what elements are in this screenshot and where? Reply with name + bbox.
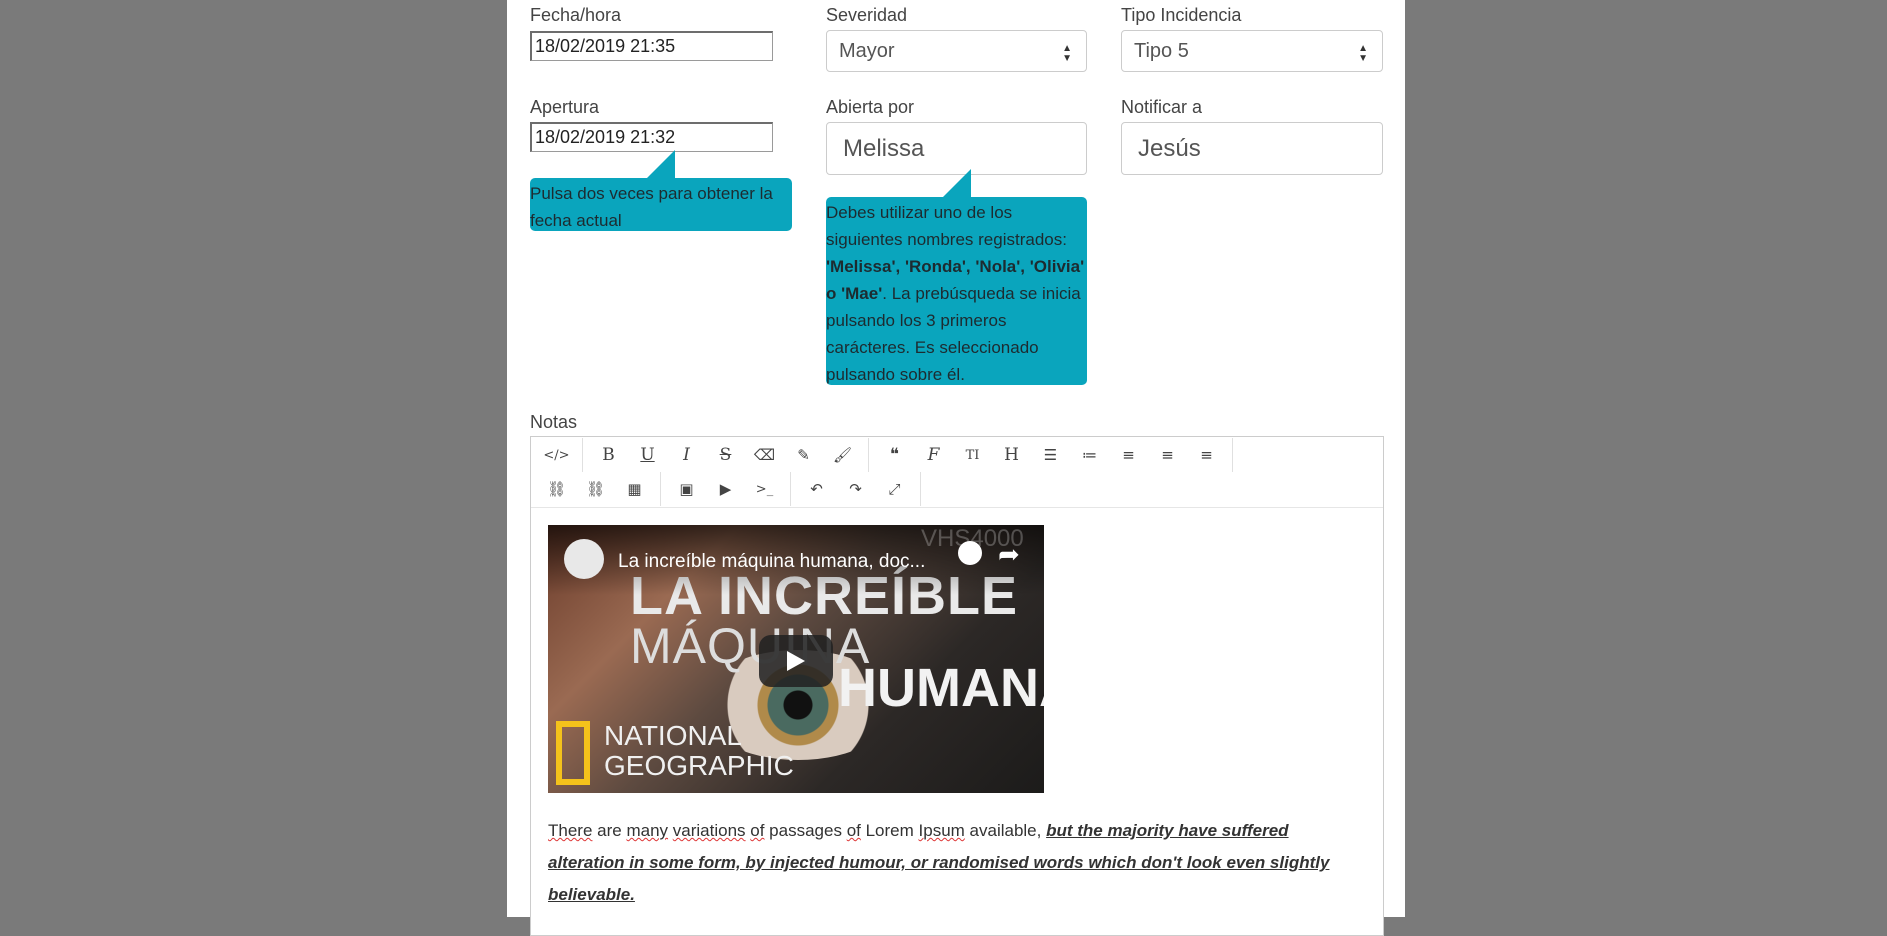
code-view-icon[interactable]: </> [537,438,576,472]
unordered-list-icon[interactable]: ☰ [1031,438,1070,472]
select-arrows-icon: ▲ ▼ [1358,43,1368,64]
brush-icon[interactable]: 🖌 [823,438,862,472]
tipo-label: Tipo Incidencia [1121,5,1242,25]
apertura-tooltip: Pulsa dos veces para obtener la fecha ac… [530,150,792,231]
ordered-list-icon[interactable]: ≔ [1070,438,1109,472]
fullscreen-icon[interactable]: ⤢ [875,472,914,506]
notes-paragraph: There are many variations of passages of… [548,815,1338,911]
plain-text: There are many variations of passages of… [548,821,1046,840]
fecha-label: Fecha/hora [530,5,622,25]
natgeo-text: NATIONAL GEOGRAPHIC [604,721,794,781]
redo-icon[interactable]: ↷ [836,472,875,506]
align-center-icon[interactable]: ≡ [1148,438,1187,472]
play-button[interactable] [759,635,833,687]
text-fragment: There [548,821,593,840]
toolbar-group: ❝ F TI H ☰ ≔ ≡ ≡ ≡ [869,438,1233,472]
abierta-por-tooltip: Debes utilizar uno de los siguientes nom… [826,169,1087,385]
pencil-icon[interactable]: ✎ [784,438,823,472]
heading-icon[interactable]: H [992,438,1031,472]
text-fragment: many [626,821,669,840]
select-arrows-icon: ▲ ▼ [1062,43,1072,64]
fecha-input[interactable]: 18/02/2019 21:35 [530,31,773,61]
align-left-icon[interactable]: ≡ [1109,438,1148,472]
play-icon [787,651,805,671]
text-fragment: variations [672,821,746,840]
severidad-label: Severidad [826,5,908,25]
abierta-por-input[interactable]: Melissa [826,122,1087,175]
tooltip-tail [647,150,675,178]
link-icon[interactable]: ⛓ [537,472,576,506]
table-icon[interactable]: ▦ [615,472,654,506]
strikethrough-icon[interactable]: S [706,438,745,472]
share-icon[interactable]: ➦ [998,539,1020,570]
toolbar-group: </> [531,438,583,472]
text-size-icon[interactable]: TI [953,438,992,472]
bold-icon[interactable]: B [589,438,628,472]
eraser-icon[interactable]: ⌫ [745,438,784,472]
video-headline-3: HUMANA [838,658,1044,718]
editor-toolbar: </> B U I S ⌫ ✎ 🖌 ❝ F TI H ☰ ≔ ≡ ≡ ≡ ⛓ ⛓ ▦ ▣ ▶ >_ ↶ ↷ ⤢ [531,437,1383,508]
video-title[interactable]: La increíble máquina humana, doc... [618,551,925,573]
underline-icon[interactable]: U [628,438,667,472]
text-fragment: available, [964,821,1047,840]
toolbar-group: B U I S ⌫ ✎ 🖌 [583,438,869,472]
apertura-tooltip-text: Pulsa dos veces para obtener la fecha ac… [530,184,773,230]
severidad-value: Mayor [839,40,895,62]
text-fragment: Ipsum [918,821,965,840]
tooltip-tail [943,169,971,197]
embedded-video[interactable]: LA INCREÍBLE MÁQUINA HUMANA NATIONAL GEO… [548,525,1044,793]
brand-line-1: NATIONAL [604,720,742,751]
text-fragment: of [846,821,861,840]
notificar-label: Notificar a [1121,97,1203,117]
blockquote-icon[interactable]: ❝ [875,438,914,472]
toolbar-group: ↶ ↷ ⤢ [791,472,921,506]
notas-label: Notas [530,412,578,432]
align-right-icon[interactable]: ≡ [1187,438,1226,472]
italic-icon[interactable]: I [667,438,706,472]
toolbar-row-1: </> B U I S ⌫ ✎ 🖌 ❝ F TI H ☰ ≔ ≡ ≡ ≡ [531,438,1233,472]
toolbar-group: ▣ ▶ >_ [661,472,791,506]
terminal-icon[interactable]: >_ [745,472,784,506]
toolbar-group: ⛓ ⛓ ▦ [531,472,661,506]
watch-later-icon[interactable] [958,541,982,565]
video-headline-2: MÁQUINA [630,618,871,674]
tooltip-intro: Debes utilizar uno de los siguientes nom… [826,203,1067,249]
video-icon[interactable]: ▶ [706,472,745,506]
text-fragment: passages [764,821,847,840]
unlink-icon[interactable]: ⛓ [576,472,615,506]
tipo-value: Tipo 5 [1134,40,1189,62]
undo-icon[interactable]: ↶ [797,472,836,506]
severidad-select[interactable]: Mayor ▲ ▼ [826,30,1087,72]
channel-avatar[interactable] [564,539,604,579]
text-fragment: Lorem [860,821,919,840]
notificar-input[interactable]: Jesús [1121,122,1383,175]
notes-editor[interactable]: </> B U I S ⌫ ✎ 🖌 ❝ F TI H ☰ ≔ ≡ ≡ ≡ ⛓ ⛓ ▦ ▣ ▶ >_ ↶ ↷ ⤢ LA INCRE… [530,436,1384,936]
brand-line-2: GEOGRAPHIC [604,750,794,781]
text-fragment: are [592,821,627,840]
toolbar-row-2: ⛓ ⛓ ▦ ▣ ▶ >_ ↶ ↷ ⤢ [531,472,921,506]
image-icon[interactable]: ▣ [667,472,706,506]
abierta-por-label: Abierta por [826,97,915,117]
natgeo-logo-icon [556,721,590,785]
text-fragment: of [750,821,765,840]
apertura-label: Apertura [530,97,600,117]
font-icon[interactable]: F [914,438,953,472]
apertura-input[interactable]: 18/02/2019 21:32 [530,122,773,152]
tipo-select[interactable]: Tipo 5 ▲ ▼ [1121,30,1383,72]
